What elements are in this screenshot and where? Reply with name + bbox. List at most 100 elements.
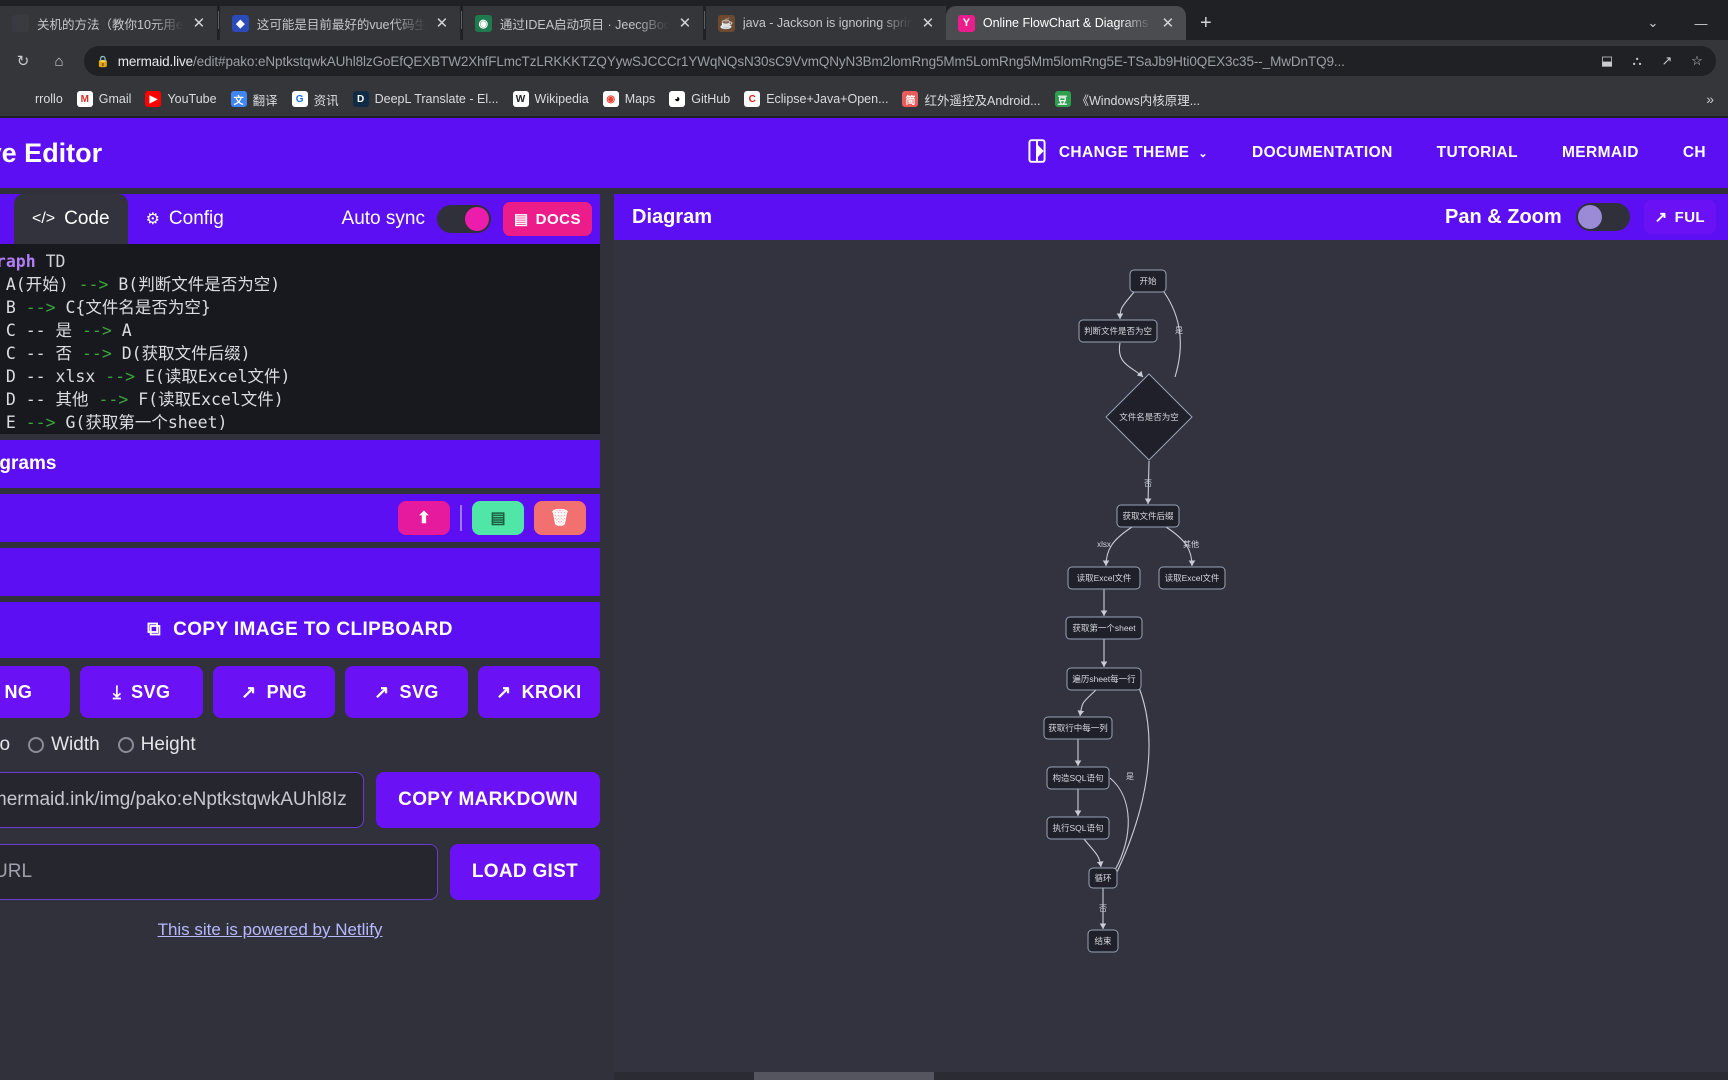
- size-option-width[interactable]: Width: [28, 734, 100, 756]
- toggle-knob: [464, 207, 489, 231]
- scrollbar-thumb[interactable]: [754, 1072, 934, 1080]
- home-icon[interactable]: ⌂: [44, 46, 74, 76]
- tab-divider: [217, 11, 219, 29]
- nav-mermaid[interactable]: MERMAID: [1540, 144, 1661, 162]
- sample-diagrams-section[interactable]: e Diagrams: [0, 440, 600, 488]
- url-domain: mermaid.live: [117, 53, 194, 69]
- bookmark-favicon-icon: [13, 91, 29, 107]
- code-line: D -- 其他 --> F(读取Excel文件): [5, 390, 284, 409]
- pan-zoom-toggle[interactable]: [1575, 203, 1630, 231]
- code-line: C -- 是 --> A: [5, 321, 132, 340]
- bookmark-label: Eclipse+Java+Open...: [766, 92, 889, 106]
- docs-button[interactable]: ▤ DOCS: [502, 202, 592, 236]
- bookmark-item[interactable]: C Eclipse+Java+Open...: [737, 87, 895, 111]
- nav-change-theme[interactable]: CHANGE THEME ⌄: [1002, 138, 1230, 169]
- size-option-label: Auto: [0, 734, 11, 755]
- markdown-link-input[interactable]: ps://mermaid.ink/img/pako:eNptkstqwkAUhl…: [0, 772, 365, 828]
- bookmark-item[interactable]: G 资讯: [285, 86, 346, 113]
- nav-chart[interactable]: CH: [1661, 144, 1728, 162]
- bookmarks-bar: rrollo M Gmail ▶ YouTube 文翻译 G 资讯 D DeepL Tr…: [0, 82, 1728, 116]
- bookmark-item[interactable]: ◉ Maps: [596, 87, 663, 111]
- code-line: D -- xlsx --> E(读取Excel文件): [5, 367, 291, 386]
- tab-favicon-icon: ◆: [231, 14, 249, 32]
- export-kroki-button[interactable]: ↗ KROKI: [477, 666, 600, 718]
- app-navbar: idv10.0.0Live Editor CHANGE THEME ⌄ DOCU…: [0, 118, 1728, 188]
- new-tab-button[interactable]: +: [1192, 9, 1220, 37]
- panes: </> Code ⚙ Config Auto sync ▤ DOCS raph …: [0, 188, 1728, 1080]
- download-icon: ⤓: [112, 681, 122, 702]
- bookmark-item[interactable]: ◕ GitHub: [662, 87, 737, 111]
- browser-tab[interactable]: 关机的方法（教你10元用e ✕: [0, 6, 217, 40]
- bookmark-label: Gmail: [98, 92, 132, 106]
- nav-tutorial[interactable]: TUTORIAL: [1415, 144, 1540, 162]
- bookmark-favicon-icon: 简: [902, 91, 919, 107]
- copy-markdown-button[interactable]: COPY MARKDOWN: [376, 772, 600, 828]
- bookmark-star-icon[interactable]: ☆: [1684, 48, 1710, 74]
- close-icon[interactable]: ✕: [1160, 15, 1176, 31]
- browser-tab[interactable]: ◉ 通过IDEA启动项目 · JeecgBoot 开 ✕: [462, 6, 703, 40]
- tab-code[interactable]: </> Code: [14, 194, 128, 244]
- gist-url-input[interactable]: Gist URL: [0, 844, 438, 900]
- export-svg-link-button[interactable]: ↗ SVG: [345, 666, 468, 718]
- bookmark-item[interactable]: 豆《Windows内核原理...: [1048, 86, 1208, 113]
- nav-label: CHANGE THEME: [1058, 144, 1190, 161]
- reload-icon[interactable]: ↻: [8, 46, 38, 76]
- diagram-canvas[interactable]: 开始 判断文件是否为空 文件名是否为空: [614, 240, 1728, 1080]
- bookmark-item[interactable]: D DeepL Translate - El...: [346, 87, 506, 111]
- close-icon[interactable]: ✕: [920, 15, 936, 31]
- save-button[interactable]: ▤: [472, 501, 524, 535]
- export-label: NG: [4, 681, 33, 702]
- copy-image-label: COPY IMAGE TO CLIPBOARD: [173, 619, 453, 640]
- upload-button[interactable]: ⬆: [398, 501, 450, 535]
- external-link-icon: ↗: [374, 681, 390, 702]
- bookmarks-overflow-icon[interactable]: »: [1698, 91, 1722, 107]
- nav-links: CHANGE THEME ⌄ DOCUMENTATION TUTORIAL ME…: [1002, 138, 1728, 169]
- nav-documentation[interactable]: DOCUMENTATION: [1230, 144, 1415, 162]
- translate-icon[interactable]: ⛬: [1624, 48, 1650, 74]
- netlify-link[interactable]: This site is powered by Netlify: [0, 920, 600, 940]
- divider: [460, 505, 462, 531]
- fullscreen-button[interactable]: ↗ FUL: [1643, 200, 1716, 234]
- editor-tab-actions: Auto sync ▤ DOCS: [342, 194, 600, 244]
- bookmark-item[interactable]: 文翻译: [224, 86, 285, 113]
- copy-image-to-clipboard-button[interactable]: ⧉ COPY IMAGE TO CLIPBOARD: [0, 602, 600, 658]
- tab-search-chevron-icon[interactable]: ⌄: [1630, 7, 1676, 39]
- toggle-knob: [1577, 205, 1602, 229]
- address-bar[interactable]: 🔒 mermaid.live/edit#pako:eNptkstqwkAUhl8…: [84, 46, 1716, 76]
- external-link-icon: ↗: [496, 681, 512, 702]
- browser-tab-active[interactable]: Y Online FlowChart & Diagrams Ed ✕: [945, 6, 1186, 40]
- load-gist-button[interactable]: LOAD GIST: [449, 844, 600, 900]
- tab-title: 关机的方法（教你10元用e: [37, 17, 183, 32]
- bookmark-item[interactable]: ▶ YouTube: [138, 87, 223, 111]
- external-link-icon: ↗: [1654, 209, 1668, 226]
- docs-label: DOCS: [535, 210, 581, 228]
- bookmark-favicon-icon: 文: [230, 91, 247, 107]
- tab-config[interactable]: ⚙ Config: [128, 194, 242, 244]
- size-option-auto[interactable]: Auto: [0, 734, 10, 756]
- export-png-link-button[interactable]: ↗ PNG: [212, 666, 336, 718]
- bookmark-favicon-icon: 豆: [1054, 91, 1071, 107]
- size-option-height[interactable]: Height: [117, 734, 196, 756]
- actions-section[interactable]: ns: [0, 548, 600, 596]
- share-icon[interactable]: ↗: [1654, 48, 1680, 74]
- delete-button[interactable]: 🗑: [534, 501, 586, 535]
- bookmark-item[interactable]: M Gmail: [70, 87, 139, 111]
- close-icon[interactable]: ✕: [677, 15, 693, 31]
- minimize-icon[interactable]: —: [1678, 7, 1724, 39]
- code-editor[interactable]: graph TD A(开始) --> B(判断文件是否为空) B --> C{文…: [0, 244, 600, 434]
- bookmark-label: DeepL Translate - El...: [374, 92, 499, 106]
- install-icon[interactable]: ⬓: [1594, 48, 1620, 74]
- export-png-download-button[interactable]: ⤓ NG: [0, 666, 71, 718]
- browser-tab[interactable]: ◆ 这可能是目前最好的vue代码生成 ✕: [219, 6, 460, 40]
- export-svg-download-button[interactable]: ⤓ SVG: [80, 666, 203, 718]
- close-icon[interactable]: ✕: [191, 15, 207, 31]
- auto-sync-toggle[interactable]: [436, 205, 491, 233]
- close-icon[interactable]: ✕: [434, 15, 450, 31]
- tab-favicon-icon: ◉: [474, 14, 492, 32]
- bookmark-item[interactable]: W Wikipedia: [506, 87, 596, 111]
- browser-tab[interactable]: ☕ java - Jackson is ignoring spring.j ✕: [705, 6, 946, 40]
- horizontal-scrollbar[interactable]: [614, 1072, 1728, 1080]
- bookmark-item[interactable]: rrollo: [6, 87, 70, 111]
- editor-tabs: </> Code ⚙ Config Auto sync ▤ DOCS: [0, 194, 600, 244]
- bookmark-item[interactable]: 简红外遥控及Android...: [895, 86, 1047, 113]
